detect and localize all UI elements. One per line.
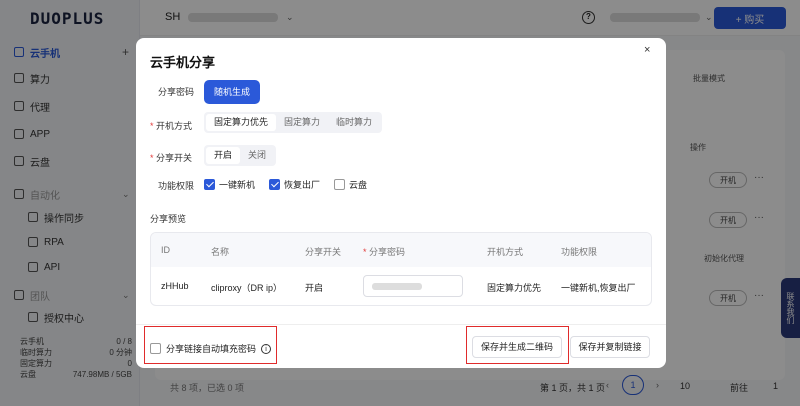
row-share: 开启 [305,283,324,293]
col-share: 分享开关 [305,247,342,257]
highlight-box-autofill [144,326,277,364]
col-name: 名称 [211,247,230,257]
permission-label: 功能权限 [158,181,195,191]
share-switch-label: * 分享开关 [150,153,193,163]
dialog-title: 云手机分享 [150,55,216,70]
save-copy-link-button[interactable]: 保存并复制链接 [570,336,650,358]
perm-factory-reset-checkbox[interactable]: 恢复出厂 [269,178,320,191]
boot-mode-segment: 固定算力优先 固定算力 临时算力 [204,112,383,133]
col-perms: 功能权限 [561,247,598,257]
boot-option-fixed-first[interactable]: 固定算力优先 [206,114,277,131]
share-option-off[interactable]: 关闭 [240,147,274,164]
checkbox-unchecked-icon [334,179,346,190]
preview-table: ID 名称 分享开关 * 分享密码 开机方式 功能权限 zHHub clipro… [150,232,652,306]
row-boot: 固定算力优先 [487,283,542,293]
preview-label: 分享预览 [150,214,187,224]
password-redacted [372,283,422,290]
row-name: cliproxy（DR ip） [211,283,283,293]
share-password-label: 分享密码 [158,87,195,97]
row-id: zHHub [161,281,189,291]
row-perms: 一键新机,恢复出厂 [561,283,636,293]
col-id: ID [161,245,170,255]
col-password: * 分享密码 [363,247,406,257]
permission-checkboxes: 一键新机 恢复出厂 云盘 [204,178,375,191]
close-icon[interactable]: × [644,44,650,56]
col-boot: 开机方式 [487,247,524,257]
boot-option-temp[interactable]: 临时算力 [328,114,380,131]
share-option-on[interactable]: 开启 [206,147,241,164]
divider [136,324,666,325]
boot-option-fixed[interactable]: 固定算力 [276,114,328,131]
random-generate-button[interactable]: 随机生成 [204,80,260,104]
highlight-box-qr [466,326,569,364]
checkbox-checked-icon [204,179,215,190]
share-switch-segment: 开启 关闭 [204,145,277,166]
checkbox-checked-icon [269,179,281,190]
perm-new-device-checkbox[interactable]: 一键新机 [204,178,255,191]
share-dialog: 云手机分享 × 分享密码 随机生成 * 开机方式 固定算力优先 固定算力 临时算… [136,38,666,368]
perm-cloud-drive-checkbox[interactable]: 云盘 [334,178,367,191]
password-input[interactable] [363,275,463,297]
boot-mode-label: * 开机方式 [150,121,193,131]
